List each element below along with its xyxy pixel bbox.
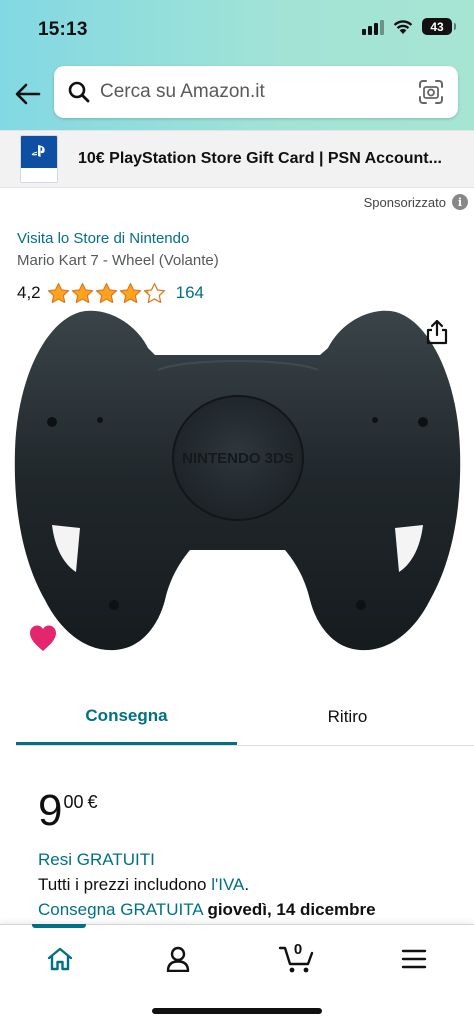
search-input[interactable] [100,81,400,103]
account-icon [166,946,190,972]
vat-link[interactable]: l'IVA [211,875,244,894]
battery-icon: 43 [422,18,456,35]
product-image[interactable]: NINTENDO 3DS [10,300,465,665]
product-page: 15:13 43 Cerca su Amazon.it 10€ PlayStat… [0,0,474,1025]
info-icon[interactable]: i [452,194,468,210]
home-indicator[interactable] [152,1008,322,1014]
share-icon[interactable] [424,318,450,346]
status-time: 15:13 [38,19,88,40]
sponsored-product-banner[interactable]: 10€ PlayStation Store Gift Card | PSN Ac… [0,130,474,188]
card-stripe [21,168,57,182]
search-bar[interactable] [54,66,458,118]
header-bar: 15:13 43 [0,0,474,130]
nav-menu[interactable] [392,941,436,977]
brand-embossing: NINTENDO 3DS [182,450,294,467]
price-currency: € [87,792,98,812]
back-button[interactable] [12,78,44,110]
nav-account[interactable] [156,941,200,977]
playstation-card-thumbnail [20,135,58,183]
nav-cart[interactable]: 0 [274,941,318,977]
price-fraction: 00 [63,792,84,812]
tab-pickup[interactable]: Ritiro [237,690,458,744]
camera-scan-icon[interactable] [418,79,444,105]
active-tab-indicator [32,924,86,928]
store-link[interactable]: Visita lo Store di Nintendo [17,230,189,247]
playstation-logo-icon [31,144,49,158]
sponsored-label: Sponsorizzato [363,195,446,210]
delivery-tabs: Consegna Ritiro [16,690,474,746]
vat-info: Tutti i prezzi includono l'IVA. [38,875,249,895]
vat-suffix: . [244,875,250,894]
search-icon [66,79,92,105]
arrow-left-icon [15,83,41,105]
wifi-icon [393,19,413,34]
menu-icon [401,949,427,969]
delivery-info: Consegna GRATUITA giovedì, 14 dicembre [38,900,376,920]
cellular-signal-icon [362,19,384,35]
tab-delivery[interactable]: Consegna [16,690,237,745]
cart-count: 0 [293,941,303,958]
price: 9 00 € [38,786,98,836]
free-returns-link[interactable]: Resi GRATUITI [38,850,155,870]
sponsored-product-title: 10€ PlayStation Store Gift Card | PSN Ac… [78,150,442,167]
product-title: Mario Kart 7 - Wheel (Volante) [17,252,219,269]
price-whole: 9 [38,786,63,835]
delivery-date: giovedì, 14 dicembre [207,900,376,919]
free-delivery-link[interactable]: Consegna GRATUITA [38,900,203,919]
vat-prefix: Tutti i prezzi includono [38,875,212,894]
nav-home[interactable] [38,941,82,977]
status-icons: 43 [362,18,456,35]
heart-icon[interactable] [28,624,58,652]
home-icon [47,947,73,971]
